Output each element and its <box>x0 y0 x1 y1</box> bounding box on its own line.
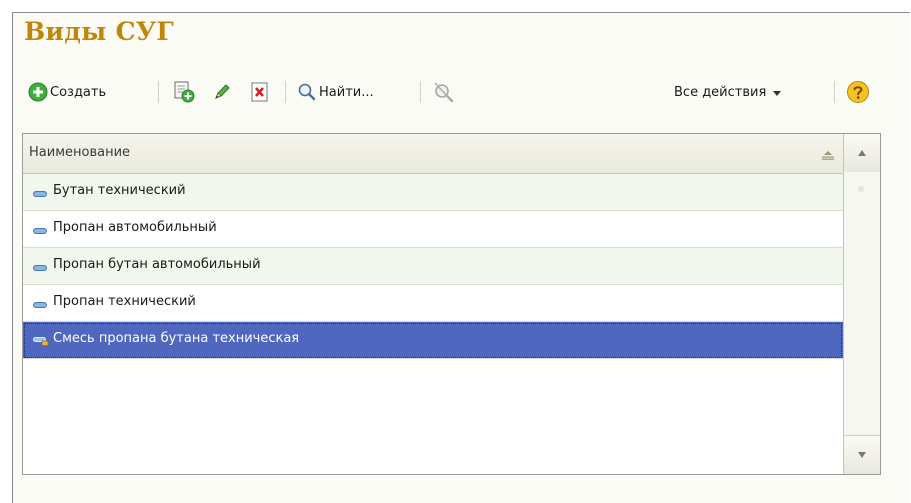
arrow-up-icon <box>857 146 867 161</box>
table-row[interactable]: Пропан автомобильный <box>23 211 843 248</box>
row-label: Пропан бутан автомобильный <box>53 257 261 272</box>
item-minus-icon <box>33 261 47 276</box>
row-label: Пропан автомобильный <box>53 220 217 235</box>
scroll-down-button[interactable] <box>844 435 880 474</box>
scroll-up-button[interactable] <box>844 134 880 173</box>
toolbar-separator <box>285 81 286 103</box>
command-bar: Создать Найти... Все действия <box>28 79 880 105</box>
sort-ascending-icon[interactable] <box>821 149 835 164</box>
item-minus-icon <box>33 224 47 239</box>
help-button[interactable] <box>846 79 872 105</box>
column-header[interactable]: Наименование <box>23 134 843 174</box>
edit-button[interactable] <box>212 79 238 105</box>
magnifier-icon <box>297 82 317 102</box>
toolbar-separator <box>420 81 421 103</box>
create-button[interactable]: Создать <box>28 79 146 105</box>
copy-button[interactable] <box>173 79 199 105</box>
item-edit-icon <box>33 335 49 350</box>
find-button[interactable]: Найти... <box>297 79 411 105</box>
delete-x-icon <box>250 82 270 102</box>
all-actions-button[interactable]: Все действия <box>674 79 824 105</box>
scroll-thumb[interactable] <box>858 186 864 192</box>
copy-add-icon <box>173 81 195 103</box>
scroll-track[interactable] <box>844 172 880 436</box>
item-minus-icon <box>33 187 47 202</box>
table-row[interactable]: Пропан бутан автомобильный <box>23 248 843 285</box>
row-label: Пропан технический <box>53 294 196 309</box>
toolbar-separator <box>834 81 835 103</box>
table-row-selected[interactable]: Смесь пропана бутана техническая <box>23 322 843 359</box>
cancel-search-icon <box>432 81 454 103</box>
column-header-label: Наименование <box>29 145 131 160</box>
pencil-icon <box>212 82 232 102</box>
table-row[interactable]: Бутан технический <box>23 174 843 211</box>
row-label: Бутан технический <box>53 183 186 198</box>
vertical-scrollbar[interactable] <box>843 134 880 474</box>
table-row[interactable]: Пропан технический <box>23 285 843 322</box>
list-grid: Наименование Бутан технический Пропан ав… <box>22 133 881 475</box>
delete-button[interactable] <box>250 79 276 105</box>
all-actions-label: Все действия <box>674 84 767 100</box>
page-title: Виды СУГ <box>24 17 174 46</box>
item-minus-icon <box>33 298 47 313</box>
chevron-down-icon <box>771 87 783 97</box>
arrow-down-icon <box>857 448 867 463</box>
find-button-label: Найти... <box>319 84 374 100</box>
row-label: Смесь пропана бутана техническая <box>53 331 300 346</box>
plus-circle-icon <box>28 82 48 102</box>
create-button-label: Создать <box>50 84 107 100</box>
cancel-search-button[interactable] <box>432 79 458 105</box>
grid-rows: Бутан технический Пропан автомобильный П… <box>23 174 843 359</box>
toolbar-separator <box>158 81 159 103</box>
help-icon <box>846 80 870 104</box>
